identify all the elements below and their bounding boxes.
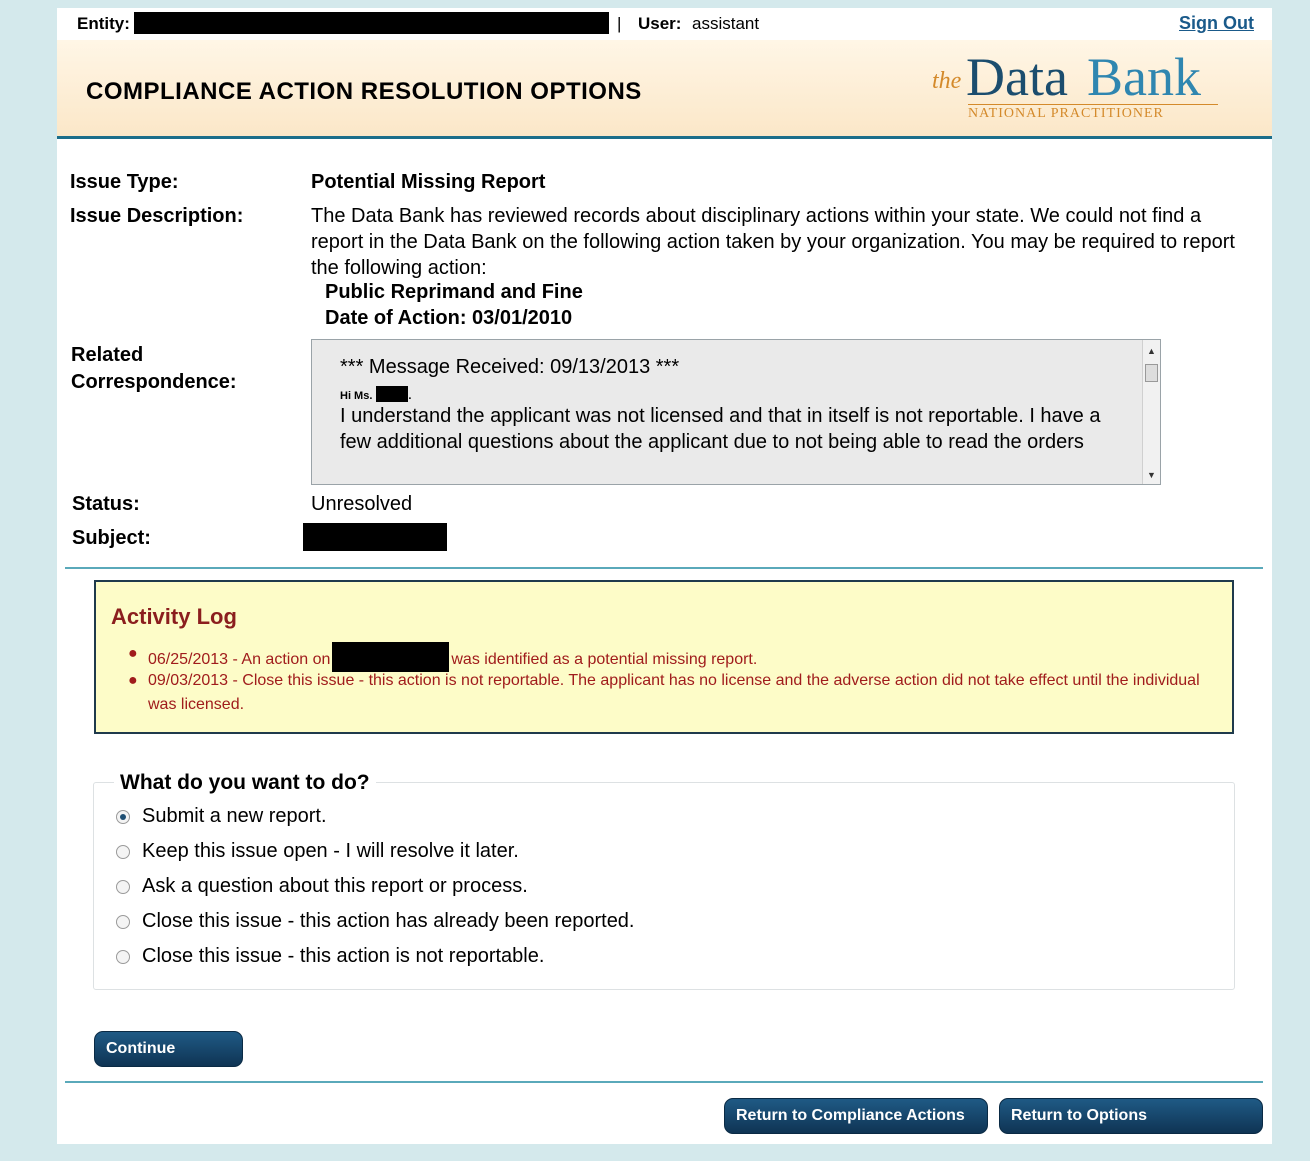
activity-log-entry: ● 06/25/2013 - An action on was identifie…	[128, 642, 1208, 672]
option-close-already-reported[interactable]: Close this issue - this action has alrea…	[116, 910, 635, 933]
redacted-entity-name	[134, 12, 609, 34]
top-bar: Entity: | User: assistant Sign Out	[57, 8, 1272, 40]
radio-submit-new-report[interactable]	[116, 809, 130, 824]
page: Entity: | User: assistant Sign Out COMPL…	[57, 8, 1272, 1144]
page-title: COMPLIANCE ACTION RESOLUTION OPTIONS	[86, 78, 642, 105]
page-header: COMPLIANCE ACTION RESOLUTION OPTIONS the…	[57, 40, 1272, 139]
greeting-text: Hi Ms.	[340, 390, 373, 402]
radio-keep-open[interactable]	[116, 844, 130, 859]
logo-the: the	[932, 68, 962, 94]
option-submit-new-report[interactable]: Submit a new report.	[116, 805, 327, 828]
separator: |	[617, 14, 622, 33]
bullet-icon: ●	[128, 645, 138, 662]
correspondence-box[interactable]: *** Message Received: 09/13/2013 *** Hi …	[311, 339, 1161, 485]
return-to-compliance-actions-button[interactable]: Return to Compliance Actions	[724, 1098, 988, 1134]
correspondence-content: *** Message Received: 09/13/2013 *** Hi …	[340, 354, 1130, 455]
divider-top	[65, 567, 1263, 569]
divider-bottom	[65, 1081, 1263, 1083]
status-value: Unresolved	[311, 493, 413, 515]
option-label: Close this issue - this action is not re…	[142, 945, 545, 967]
user-name: assistant	[692, 14, 760, 33]
option-label: Keep this issue open - I will resolve it…	[142, 840, 519, 862]
action-details: Public Reprimand and Fine Date of Action…	[325, 279, 583, 331]
activity-log: Activity Log ● 06/25/2013 - An action on…	[94, 580, 1234, 734]
greeting: Hi Ms..	[340, 386, 1130, 403]
logo-bank: Bank	[1087, 47, 1201, 107]
scroll-up-icon[interactable]: ▲	[1147, 346, 1156, 356]
option-label: Ask a question about this report or proc…	[142, 875, 528, 897]
activity-log-entry: ● 09/03/2013 - Close this issue - this a…	[128, 669, 1208, 717]
return-to-options-button[interactable]: Return to Options	[999, 1098, 1263, 1134]
logo-data: Data	[966, 47, 1068, 107]
data-bank-logo: the Data Bank NATIONAL PRACTITIONER	[932, 46, 1222, 122]
logo-subtitle: NATIONAL PRACTITIONER	[968, 104, 1218, 122]
radio-close-already-reported[interactable]	[116, 914, 130, 929]
user-label: User:	[638, 14, 682, 33]
issue-type-value: Potential Missing Report	[311, 171, 546, 193]
activity-log-list: ● 06/25/2013 - An action on was identifie…	[128, 642, 1208, 717]
related-label-line2: Correspondence:	[71, 371, 237, 393]
sign-out-link[interactable]: Sign Out	[1179, 13, 1254, 34]
issue-type-label: Issue Type:	[70, 171, 179, 193]
scroll-thumb[interactable]	[1145, 364, 1158, 382]
redacted-action-subject	[332, 642, 450, 672]
bullet-icon: ●	[128, 672, 138, 689]
entry1-text-end: was identified as a potential missing re…	[451, 651, 758, 668]
radio-close-not-reportable[interactable]	[116, 949, 130, 964]
issue-description-text: The Data Bank has reviewed records about…	[311, 205, 1235, 279]
option-ask-question[interactable]: Ask a question about this report or proc…	[116, 875, 528, 898]
options-legend: What do you want to do?	[114, 771, 376, 795]
message-body: I understand the applicant was not licen…	[340, 405, 1101, 453]
option-close-not-reportable[interactable]: Close this issue - this action is not re…	[116, 945, 544, 968]
subject-label: Subject:	[72, 527, 151, 549]
resolution-options: What do you want to do? Submit a new rep…	[93, 771, 1235, 990]
entry1-text-start: 06/25/2013 - An action on	[148, 651, 331, 668]
redacted-subject	[303, 523, 447, 551]
redacted-name	[376, 386, 409, 402]
entity-label: Entity:	[77, 14, 130, 33]
radio-ask-question[interactable]	[116, 879, 130, 894]
action-date: Date of Action: 03/01/2010	[325, 307, 573, 329]
action-name: Public Reprimand and Fine	[325, 281, 583, 303]
issue-description-label: Issue Description:	[70, 205, 244, 227]
option-keep-open[interactable]: Keep this issue open - I will resolve it…	[116, 840, 519, 863]
greeting-end: .	[408, 390, 412, 402]
option-label: Submit a new report.	[142, 805, 327, 827]
correspondence-scrollbar[interactable]: ▲ ▼	[1142, 340, 1160, 484]
status-label: Status:	[72, 493, 140, 515]
related-correspondence-label: Related Correspondence:	[71, 342, 237, 396]
related-label-line1: Related	[71, 344, 144, 366]
message-header: *** Message Received: 09/13/2013 ***	[340, 356, 680, 378]
scroll-down-icon[interactable]: ▼	[1147, 470, 1156, 480]
entry2-text: 09/03/2013 - Close this issue - this act…	[148, 672, 1200, 713]
continue-button[interactable]: Continue	[94, 1031, 243, 1067]
activity-log-title: Activity Log	[111, 604, 237, 629]
option-label: Close this issue - this action has alrea…	[142, 910, 635, 932]
